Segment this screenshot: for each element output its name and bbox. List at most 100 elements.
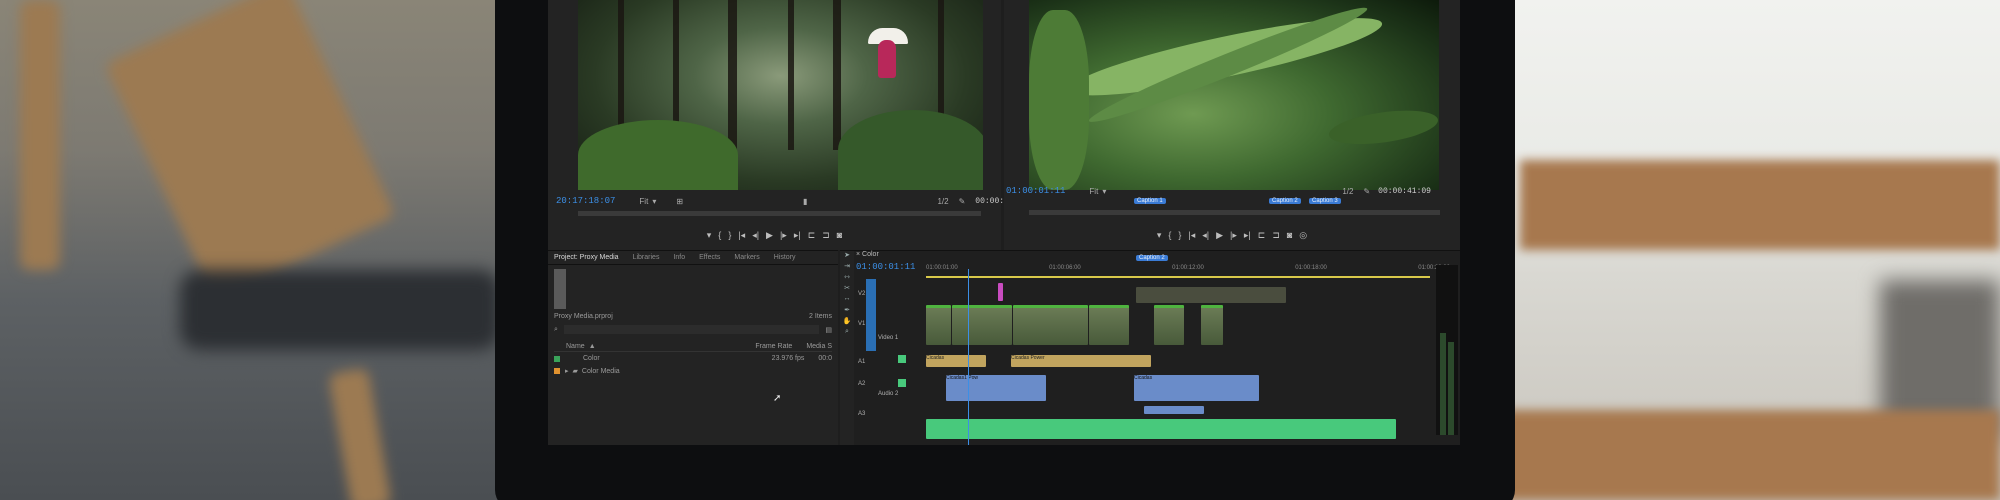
tab-effects[interactable]: Effects <box>699 254 720 261</box>
source-video-frame[interactable] <box>578 0 983 190</box>
audio-clip[interactable] <box>1144 406 1204 414</box>
wrench-icon[interactable]: ✎ <box>959 197 966 206</box>
sequence-tab[interactable]: Color <box>862 251 879 258</box>
project-thumbnail <box>554 269 566 309</box>
timeline-caption-marker[interactable]: Caption 2 <box>1136 255 1168 261</box>
insert-button-icon[interactable]: ⊏ <box>808 230 816 241</box>
tab-history[interactable]: History <box>774 254 796 261</box>
caption-marker[interactable]: Caption 2 <box>1269 198 1301 204</box>
caption-marker[interactable]: Caption 1 <box>1134 198 1166 204</box>
music-clip[interactable] <box>926 419 1396 439</box>
source-resolution-select[interactable]: 1/2 <box>937 197 948 206</box>
track-v1-label[interactable]: V1 <box>858 321 865 327</box>
list-item[interactable]: ▸ ▰ Color Media <box>554 367 832 375</box>
track-select-icon[interactable]: ⇥ <box>840 262 854 273</box>
tab-libraries[interactable]: Libraries <box>633 254 660 261</box>
chevron-down-icon[interactable]: ▾ <box>1102 187 1106 196</box>
chevron-down-icon[interactable]: ▾ <box>652 197 656 206</box>
chevron-right-icon[interactable]: ▸ <box>565 367 569 375</box>
tab-info[interactable]: Info <box>673 254 685 261</box>
column-media-start[interactable]: Media S <box>806 343 832 350</box>
razor-icon[interactable]: ✂ <box>840 284 854 295</box>
extract-icon[interactable]: ⊐ <box>1272 230 1280 241</box>
tab-markers[interactable]: Markers <box>734 254 759 261</box>
bench-base <box>1500 410 2000 500</box>
mark-out-icon[interactable]: } <box>1178 230 1181 240</box>
caption-marker[interactable]: Caption 3 <box>1309 198 1341 204</box>
track-v2-label[interactable]: V2 <box>858 291 865 297</box>
audio-clip[interactable]: Cicadas Power <box>1011 355 1151 367</box>
video-clip[interactable] <box>926 305 951 345</box>
program-scrubber[interactable] <box>1029 210 1440 215</box>
track-a2-label[interactable]: A2 <box>858 381 865 387</box>
track-a1-label[interactable]: A1 <box>858 359 865 365</box>
insert-icon[interactable]: ▮ <box>803 197 807 206</box>
play-icon[interactable]: ▶ <box>766 230 773 241</box>
source-fit-select[interactable]: Fit <box>639 197 648 206</box>
overwrite-button-icon[interactable]: ⊐ <box>822 230 830 241</box>
program-duration: 00:00:41:09 <box>1378 186 1431 196</box>
program-resolution-select[interactable]: 1/2 <box>1342 187 1353 196</box>
new-bin-icon[interactable]: ▤ <box>825 326 832 334</box>
ripple-edit-icon[interactable]: ⇿ <box>840 273 854 284</box>
track-target-toggle[interactable] <box>898 355 906 363</box>
list-item[interactable]: Color 23.976 fps 00:0 <box>554 355 832 362</box>
program-timecode[interactable]: 01:00:01:11 <box>1006 186 1065 196</box>
search-input[interactable] <box>563 325 820 334</box>
mark-in-icon[interactable]: { <box>1168 230 1171 240</box>
go-to-out-icon[interactable]: ▸| <box>794 230 801 241</box>
video-clip[interactable] <box>1201 305 1223 345</box>
track-a3-label[interactable]: A3 <box>858 411 865 417</box>
export-frame-icon[interactable]: ◙ <box>837 230 842 240</box>
video-clip-v2[interactable] <box>1136 287 1286 303</box>
search-icon[interactable]: ⌕ <box>554 326 558 334</box>
video-clip[interactable] <box>1089 305 1129 345</box>
program-video-frame[interactable] <box>1029 0 1439 190</box>
background-left <box>0 0 500 500</box>
mark-in-icon[interactable]: { <box>718 230 721 240</box>
work-area-bar[interactable] <box>926 276 1430 278</box>
tab-project[interactable]: Project: Proxy Media <box>554 254 619 261</box>
wrench-icon[interactable]: ✎ <box>1363 187 1370 196</box>
slip-icon[interactable]: ↔ <box>840 295 854 306</box>
settings-icon[interactable]: ⊞ <box>676 197 683 206</box>
source-patch[interactable] <box>866 279 876 351</box>
audio-clip[interactable]: Cicadas <box>1134 375 1259 401</box>
export-frame-icon[interactable]: ◙ <box>1287 230 1292 240</box>
pen-icon[interactable]: ✒ <box>840 306 854 317</box>
person-figure <box>878 40 896 78</box>
go-to-in-icon[interactable]: |◂ <box>738 230 745 241</box>
lift-icon[interactable]: ⊏ <box>1258 230 1266 241</box>
hand-icon[interactable]: ✋ <box>840 317 854 328</box>
marker-icon[interactable]: ▾ <box>707 230 712 241</box>
track-target-toggle[interactable] <box>898 379 906 387</box>
step-back-icon[interactable]: ◂| <box>752 230 759 241</box>
time-ruler[interactable]: 01:00:01:00 01:00:06:00 01:00:12:00 01:0… <box>926 265 1450 275</box>
timeline-timecode[interactable]: 01:00:01:11 <box>856 262 915 272</box>
source-scrubber[interactable] <box>578 211 981 216</box>
go-to-in-icon[interactable]: |◂ <box>1188 230 1195 241</box>
step-back-icon[interactable]: ◂| <box>1202 230 1209 241</box>
program-fit-select[interactable]: Fit <box>1089 187 1098 196</box>
zoom-icon[interactable]: ⌕ <box>840 328 854 339</box>
source-timecode[interactable]: 20:17:18:07 <box>556 196 615 206</box>
adjustment-layer[interactable] <box>998 283 1003 301</box>
step-forward-icon[interactable]: |▸ <box>780 230 787 241</box>
comparison-icon[interactable]: ◎ <box>1299 230 1307 241</box>
audio-clip[interactable]: Cicadas <box>926 355 986 367</box>
go-to-out-icon[interactable]: ▸| <box>1244 230 1251 241</box>
close-icon[interactable]: × <box>856 251 860 258</box>
audio-clip[interactable]: Cicadas1 Pow <box>946 375 1046 401</box>
chair-post <box>20 0 60 270</box>
playhead[interactable] <box>968 269 969 445</box>
selection-tool-icon[interactable]: ➤ <box>840 251 854 262</box>
mark-out-icon[interactable]: } <box>728 230 731 240</box>
play-icon[interactable]: ▶ <box>1216 230 1223 241</box>
video-clip[interactable] <box>952 305 1012 345</box>
video-clip[interactable] <box>1154 305 1184 345</box>
step-forward-icon[interactable]: |▸ <box>1230 230 1237 241</box>
video-clip[interactable] <box>1013 305 1088 345</box>
column-name[interactable]: Name <box>566 343 585 350</box>
column-frame-rate[interactable]: Frame Rate <box>755 343 792 350</box>
marker-icon[interactable]: ▾ <box>1157 230 1162 241</box>
